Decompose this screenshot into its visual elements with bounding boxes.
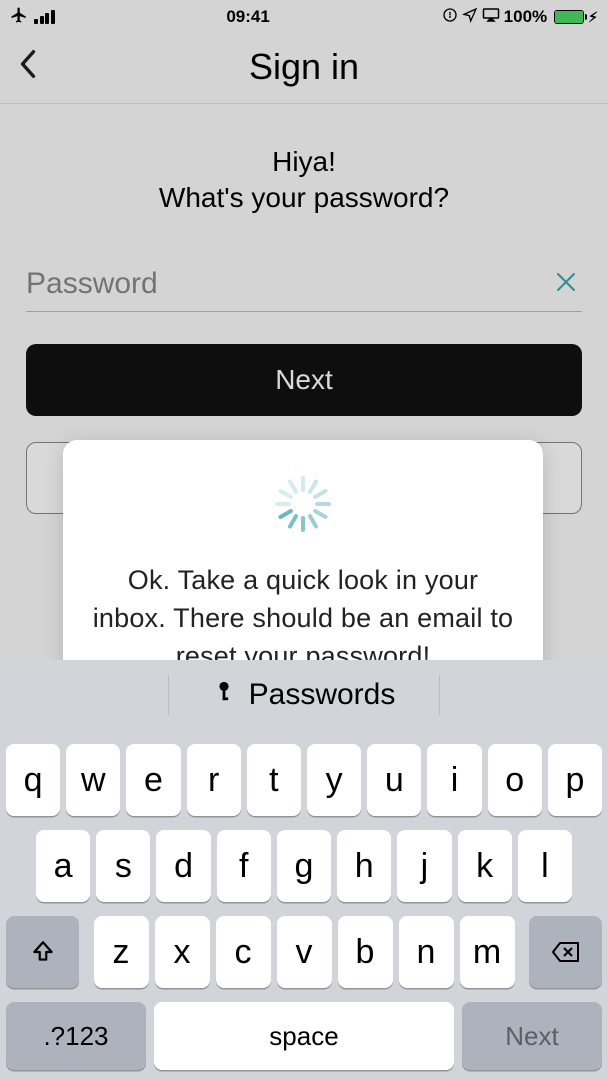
space-key[interactable]: space [154, 1002, 454, 1070]
airplay-icon [482, 7, 500, 28]
key-g[interactable]: g [277, 830, 331, 902]
shift-key[interactable] [6, 916, 79, 988]
password-input[interactable] [26, 267, 582, 301]
key-h[interactable]: h [337, 830, 391, 902]
key-t[interactable]: t [247, 744, 301, 816]
key-z[interactable]: z [94, 916, 149, 988]
key-d[interactable]: d [156, 830, 210, 902]
clock: 09:41 [226, 7, 269, 27]
key-q[interactable]: q [6, 744, 60, 816]
keyboard-suggestion-bar[interactable]: Passwords [0, 660, 608, 730]
battery-percent: 100% [504, 7, 547, 27]
key-i[interactable]: i [427, 744, 481, 816]
key-j[interactable]: j [397, 830, 451, 902]
status-bar: 09:41 100% ⚡︎ [0, 0, 608, 30]
key-e[interactable]: e [126, 744, 180, 816]
key-a[interactable]: a [36, 830, 90, 902]
greeting-text: Hiya! What's your password? [26, 144, 582, 217]
lock-rotation-icon [442, 7, 458, 28]
key-x[interactable]: x [155, 916, 210, 988]
key-r[interactable]: r [187, 744, 241, 816]
clear-input-button[interactable] [554, 269, 578, 301]
location-icon [462, 7, 478, 28]
header: Sign in [0, 30, 608, 104]
key-s[interactable]: s [96, 830, 150, 902]
page-title: Sign in [249, 46, 359, 88]
key-y[interactable]: y [307, 744, 361, 816]
key-v[interactable]: v [277, 916, 332, 988]
symbols-key[interactable]: .?123 [6, 1002, 146, 1070]
key-icon [213, 677, 235, 713]
key-p[interactable]: p [548, 744, 602, 816]
key-w[interactable]: w [66, 744, 120, 816]
back-button[interactable] [18, 49, 38, 85]
next-button[interactable]: Next [26, 344, 582, 416]
key-b[interactable]: b [338, 916, 393, 988]
backspace-key[interactable] [529, 916, 602, 988]
key-c[interactable]: c [216, 916, 271, 988]
modal-message: Ok. Take a quick look in your inbox. The… [91, 562, 515, 675]
signal-icon [34, 10, 55, 24]
loading-spinner-icon [275, 476, 331, 532]
key-u[interactable]: u [367, 744, 421, 816]
key-m[interactable]: m [460, 916, 515, 988]
key-k[interactable]: k [458, 830, 512, 902]
keyboard: Passwords qwertyuiop asdfghjkl zxcvbnm .… [0, 660, 608, 1080]
keyboard-next-key[interactable]: Next [462, 1002, 602, 1070]
battery-icon [554, 10, 584, 24]
key-o[interactable]: o [488, 744, 542, 816]
airplane-mode-icon [10, 6, 28, 29]
key-n[interactable]: n [399, 916, 454, 988]
key-l[interactable]: l [518, 830, 572, 902]
passwords-suggestion[interactable]: Passwords [249, 678, 396, 712]
charging-icon: ⚡︎ [588, 9, 598, 26]
key-f[interactable]: f [217, 830, 271, 902]
